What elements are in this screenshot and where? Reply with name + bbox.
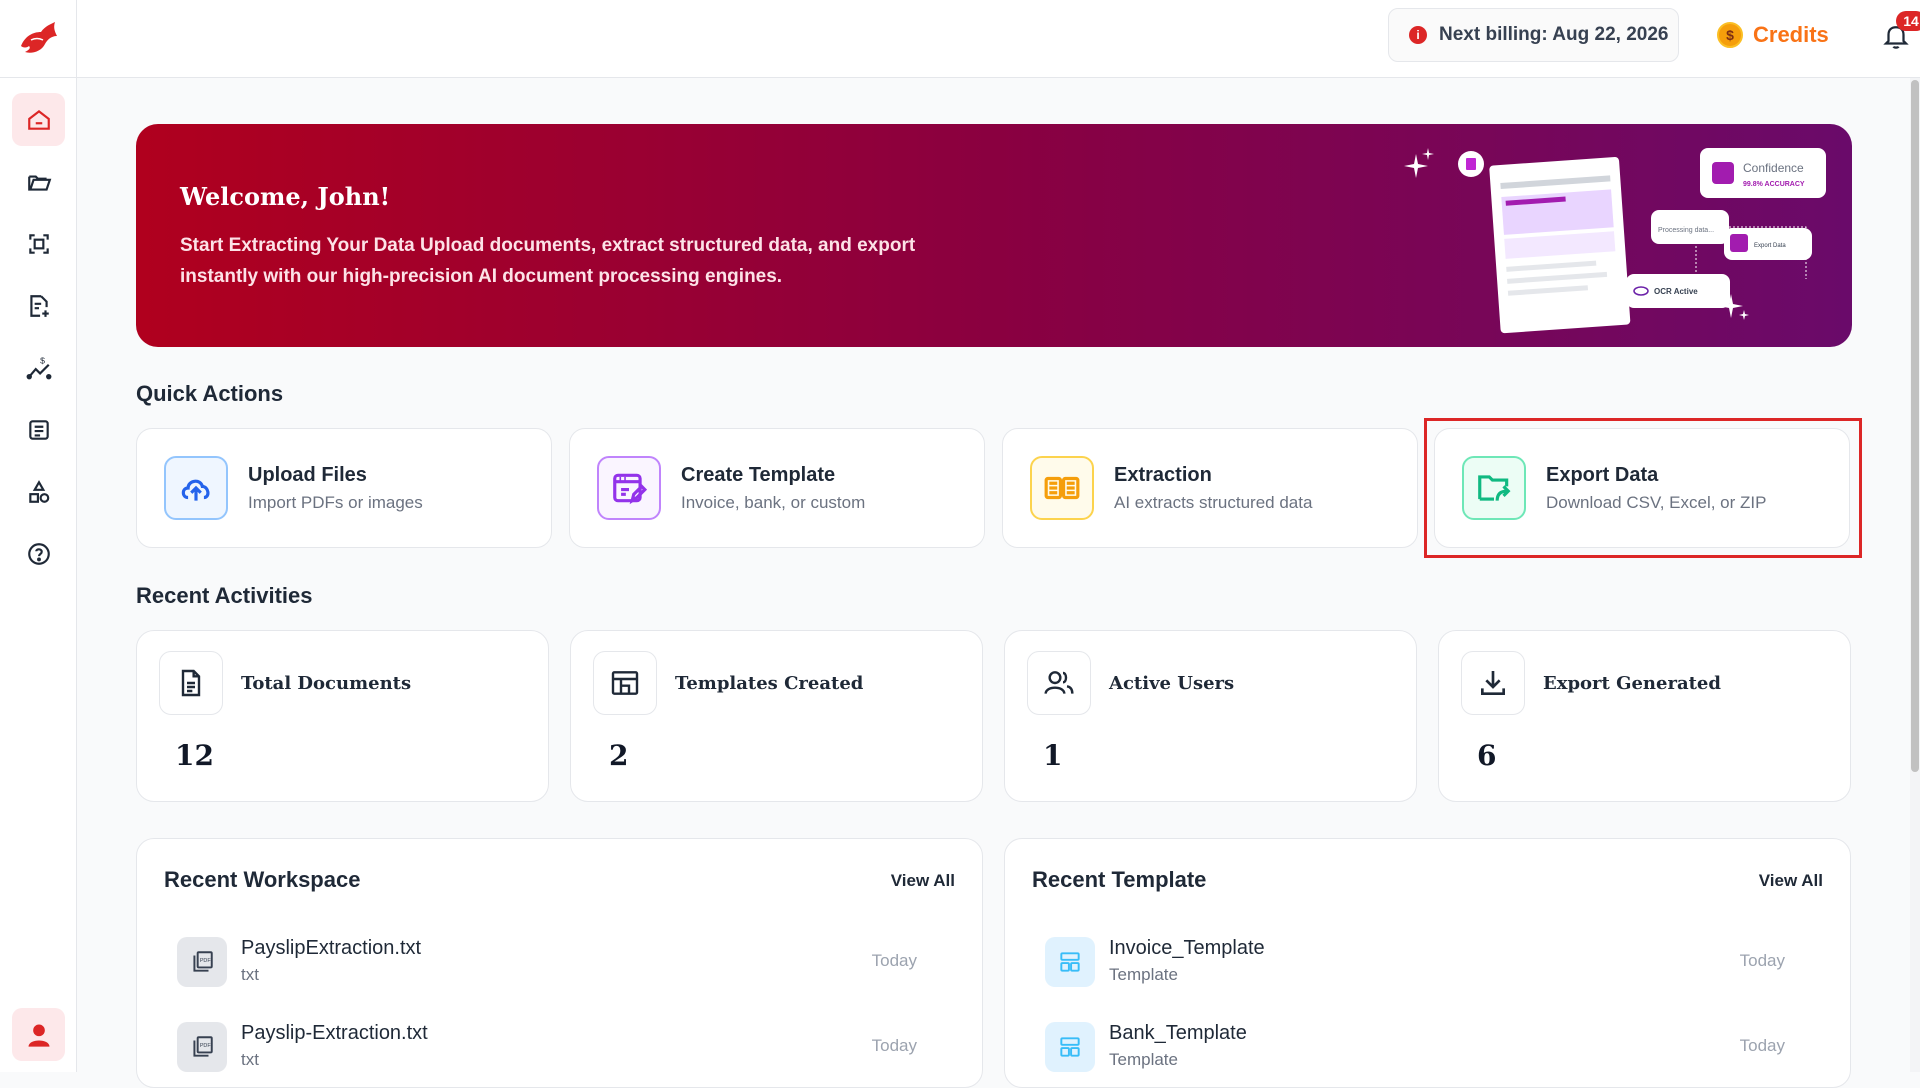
user-profile-button[interactable] [12, 1008, 65, 1061]
folder-icon [27, 175, 51, 191]
row-type: Template [1109, 965, 1178, 984]
row-name: Bank_Template [1109, 1022, 1247, 1044]
row-date: Today [1739, 1036, 1785, 1055]
stat-value: 6 [1477, 739, 1497, 772]
home-icon [27, 109, 50, 130]
banner-illustration: Processing data... Confidence 99.8% ACCU… [1404, 148, 1826, 334]
template-layout-icon [1045, 937, 1095, 987]
coin-icon: $ [1717, 22, 1743, 48]
workspace-row[interactable]: PDF Payslip-Extraction.txt txt Today [177, 1022, 947, 1082]
row-date: Today [1739, 951, 1785, 970]
users-icon [1027, 651, 1091, 715]
shapes-icon [28, 479, 49, 503]
quick-action-title: Upload Files [248, 463, 367, 486]
quick-action-subtitle: Invoice, bank, or custom [681, 492, 866, 512]
stat-label: Total Documents [241, 673, 412, 694]
quick-action-subtitle: Import PDFs or images [248, 492, 423, 512]
panel-title: Recent Workspace [164, 867, 361, 892]
pdf-file-icon: PDF [177, 1022, 227, 1072]
stat-value: 2 [609, 739, 629, 772]
stat-templates-created: Templates Created 2 [570, 630, 983, 802]
layout-icon [593, 651, 657, 715]
row-name: Payslip-Extraction.txt [241, 1022, 428, 1044]
banner-confidence-label: Confidence [1743, 161, 1804, 175]
banner-ocr-label: OCR Active [1654, 287, 1698, 296]
panel-title: Recent Template [1032, 867, 1207, 892]
svg-text:$: $ [40, 355, 45, 365]
checklist-icon [28, 419, 49, 440]
sidebar-item-home[interactable] [12, 93, 65, 146]
stat-active-users: Active Users 1 [1004, 630, 1417, 802]
user-icon [28, 1024, 49, 1047]
credits-label: Credits [1753, 22, 1829, 47]
quick-action-subtitle: AI extracts structured data [1114, 492, 1313, 512]
stat-export-generated: Export Generated 6 [1438, 630, 1851, 802]
banner-processing-label: Processing data... [1658, 227, 1714, 234]
scan-icon [28, 233, 49, 254]
banner-export-label: Export Data [1754, 243, 1786, 249]
finance-chart-icon: $ [26, 355, 51, 379]
billing-status[interactable]: i Next billing: Aug 22, 2026 [1388, 8, 1679, 62]
stat-value: 12 [175, 739, 214, 772]
welcome-title: Welcome, John! [180, 182, 391, 211]
highlight-outline [1424, 418, 1862, 558]
recent-workspace-panel: Recent Workspace View All PDF PayslipExt… [136, 838, 983, 1088]
stat-label: Templates Created [675, 673, 864, 694]
sidebar-item-shapes[interactable] [12, 465, 65, 518]
workspace-row[interactable]: PDF PayslipExtraction.txt txt Today [177, 937, 947, 997]
row-type: txt [241, 965, 259, 984]
sidebar: $ [0, 0, 77, 1072]
pdf-file-icon: PDF [177, 937, 227, 987]
sidebar-item-documents[interactable] [12, 279, 65, 332]
app-logo[interactable] [17, 18, 59, 58]
sidebar-item-help[interactable] [12, 527, 65, 580]
quick-action-upload[interactable]: Upload Files Import PDFs or images [136, 428, 552, 548]
welcome-banner: Welcome, John! Start Extracting Your Dat… [136, 124, 1852, 347]
svg-text:PDF: PDF [200, 958, 212, 964]
notification-badge: 14 [1896, 11, 1920, 31]
stat-label: Export Generated [1543, 673, 1721, 694]
stat-value: 1 [1043, 739, 1063, 772]
document-icon [159, 651, 223, 715]
billing-text: Next billing: Aug 22, 2026 [1439, 24, 1669, 45]
stat-total-documents: Total Documents 12 [136, 630, 549, 802]
scrollbar-thumb[interactable] [1911, 80, 1919, 772]
quick-actions-title: Quick Actions [136, 381, 284, 406]
row-date: Today [871, 1036, 917, 1055]
quick-action-title: Create Template [681, 463, 836, 486]
template-edit-icon [597, 456, 661, 520]
download-icon [1461, 651, 1525, 715]
view-all-workspace-link[interactable]: View All [891, 871, 955, 891]
sidebar-item-scan[interactable] [12, 217, 65, 270]
credits-button[interactable]: $ Credits [1717, 20, 1829, 50]
recent-template-panel: Recent Template View All Invoice_Templat… [1004, 838, 1851, 1088]
template-layout-icon [1045, 1022, 1095, 1072]
document-add-icon [29, 294, 49, 317]
quick-action-title: Extraction [1114, 463, 1212, 486]
row-name: Invoice_Template [1109, 937, 1265, 959]
sidebar-divider [0, 77, 77, 78]
quick-action-create-template[interactable]: Create Template Invoice, bank, or custom [569, 428, 985, 548]
row-name: PayslipExtraction.txt [241, 937, 422, 959]
recent-activities-title: Recent Activities [136, 583, 313, 608]
template-row[interactable]: Invoice_Template Template Today [1045, 937, 1815, 997]
welcome-text: Start Extracting Your Data Upload docume… [180, 235, 916, 287]
upload-cloud-icon [164, 456, 228, 520]
svg-text:PDF: PDF [200, 1043, 212, 1049]
row-type: txt [241, 1050, 259, 1069]
help-icon [27, 542, 50, 565]
sidebar-item-folders[interactable] [12, 155, 65, 208]
row-type: Template [1109, 1050, 1178, 1069]
sidebar-item-list[interactable] [12, 403, 65, 456]
quick-action-extraction[interactable]: Extraction AI extracts structured data [1002, 428, 1418, 548]
row-date: Today [871, 951, 917, 970]
template-row[interactable]: Bank_Template Template Today [1045, 1022, 1815, 1082]
banner-accuracy-label: 99.8% ACCURACY [1743, 181, 1805, 188]
sidebar-item-billing[interactable]: $ [12, 341, 65, 394]
view-all-template-link[interactable]: View All [1759, 871, 1823, 891]
stat-label: Active Users [1109, 673, 1235, 694]
extraction-icon [1030, 456, 1094, 520]
top-bar: i Next billing: Aug 22, 2026 $ Credits 1… [77, 0, 1920, 78]
alert-info-icon: i [1409, 26, 1427, 44]
